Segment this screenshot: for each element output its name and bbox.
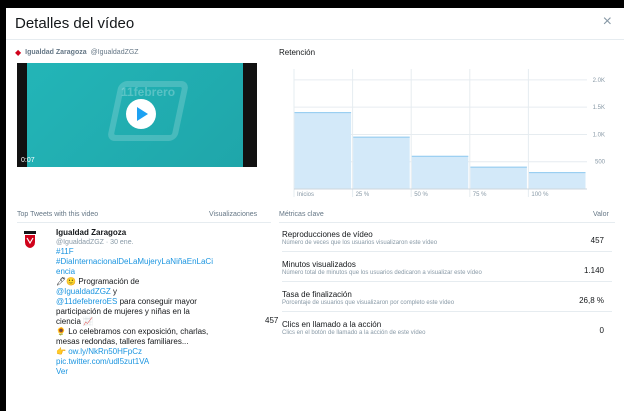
retention-chart: 2.0K 1.5K 1.0K 500 Inicios 25 % 50 % 75 % 100 % <box>293 69 606 198</box>
url-link[interactable]: ow.ly/NkRn50HFpCz <box>68 347 142 356</box>
retention-title: Retención <box>279 48 316 57</box>
account-logo-icon: ◆ <box>15 48 22 57</box>
metric-desc: Clics en el botón de llamado a la acción… <box>282 330 426 336</box>
pointing-hand-icon: 👉 <box>56 347 66 356</box>
metric-desc: Porcentaje de usuarios que visualizaron … <box>282 300 455 306</box>
retention-bar <box>353 137 410 189</box>
mention-link[interactable]: @11defebreroES <box>56 297 117 306</box>
author-name: Igualdad Zaragoza <box>25 49 87 56</box>
metrics-divider <box>279 222 615 223</box>
metric-desc: Número total de minutos que los usuarios… <box>282 270 482 276</box>
hashtag-link[interactable]: #11F <box>56 247 216 257</box>
view-more-link[interactable]: Ver <box>56 367 216 377</box>
video-player[interactable]: 11febrero 0:07 <box>17 63 257 167</box>
retention-bar <box>294 112 352 189</box>
tweet-body: Igualdad Zaragoza @IgualdadZGZ · 30 ene.… <box>56 228 216 377</box>
metric-label: Reproducciones de vídeo <box>282 230 373 239</box>
play-button[interactable] <box>126 99 156 129</box>
metric-label: Minutos visualizados <box>282 260 356 269</box>
close-icon[interactable]: × <box>603 13 612 31</box>
metric-row-minutes: Minutos visualizados Número total de min… <box>282 260 612 282</box>
poster-text: 11febrero <box>121 85 176 99</box>
retention-bar <box>411 156 469 189</box>
tweet-text-line: @11defebreroES para conseguir mayor part… <box>56 297 197 326</box>
hashtag-link[interactable]: #DiaInternacionalDeLaMujeryLaNiñaEnLaCie… <box>56 257 216 277</box>
metric-value: 0 <box>599 326 604 335</box>
metric-value: 457 <box>590 236 604 245</box>
mention-link[interactable]: @IgualdadZGZ <box>56 287 111 296</box>
retention-bar <box>470 167 527 189</box>
tweet-text-line: 👉 ow.ly/NkRn50HFpCz <box>56 347 216 357</box>
metric-divider <box>282 281 612 282</box>
video-author[interactable]: ◆ Igualdad Zaragoza @IgualdadZGZ <box>15 48 139 57</box>
top-tweets-divider <box>17 222 271 223</box>
video-duration: 0:07 <box>21 157 35 164</box>
metric-label: Clics en llamado a la acción <box>282 320 382 329</box>
tweet-text-line: 🖊🙂 Programación de <box>56 277 140 286</box>
play-icon <box>137 107 148 121</box>
tweet-text-line: @IgualdadZGZ y <box>56 287 118 296</box>
header-divider <box>6 39 624 40</box>
sunflower-icon: 🌻 <box>56 327 66 336</box>
value-column-header: Valor <box>593 211 609 218</box>
metric-row-plays: Reproducciones de vídeo Número de veces … <box>282 230 612 252</box>
views-column-header: Visualizaciones <box>209 211 258 218</box>
metric-desc: Número de veces que los usuarios visuali… <box>282 240 438 246</box>
tweet-text-line: 🌻 Lo celebramos con exposición, charlas,… <box>56 327 209 346</box>
x-tick-label: 25 % <box>356 192 370 198</box>
x-tick-label: Inicios <box>297 192 314 198</box>
author-handle: @IgualdadZGZ <box>90 49 139 56</box>
y-tick-label: 1.5K <box>593 105 605 111</box>
modal-title: Detalles del vídeo <box>15 15 135 32</box>
pencil-smile-icon: 🖊🙂 <box>56 277 77 286</box>
metrics-header: Métricas clave <box>279 211 324 218</box>
metric-divider <box>282 251 612 252</box>
retention-bar <box>528 172 586 189</box>
metric-divider <box>282 311 612 312</box>
y-tick-label: 500 <box>595 160 606 166</box>
metric-row-completion: Tasa de finalización Porcentaje de usuar… <box>282 290 612 312</box>
tweet-author-name[interactable]: Igualdad Zaragoza <box>56 228 216 238</box>
metric-label: Tasa de finalización <box>282 290 352 299</box>
metric-value: 1.140 <box>583 266 604 275</box>
avatar[interactable] <box>24 231 36 249</box>
metric-row-cta-clicks: Clics en llamado a la acción Clics en el… <box>282 320 612 336</box>
pic-link[interactable]: pic.twitter.com/udl5zut1VA <box>56 357 216 367</box>
x-tick-label: 100 % <box>531 192 549 198</box>
top-tweets-header: Top Tweets with this video <box>17 211 99 218</box>
metric-value: 26,8 % <box>579 296 604 305</box>
x-tick-label: 50 % <box>414 192 428 198</box>
video-details-modal: Detalles del vídeo × ◆ Igualdad Zaragoza… <box>6 8 624 411</box>
y-tick-label: 1.0K <box>593 132 605 138</box>
tweet-views-value: 457 <box>265 316 279 325</box>
tweet-meta: @IgualdadZGZ · 30 ene. <box>56 239 134 246</box>
y-tick-label: 2.0K <box>593 78 605 84</box>
x-tick-label: 75 % <box>473 192 487 198</box>
